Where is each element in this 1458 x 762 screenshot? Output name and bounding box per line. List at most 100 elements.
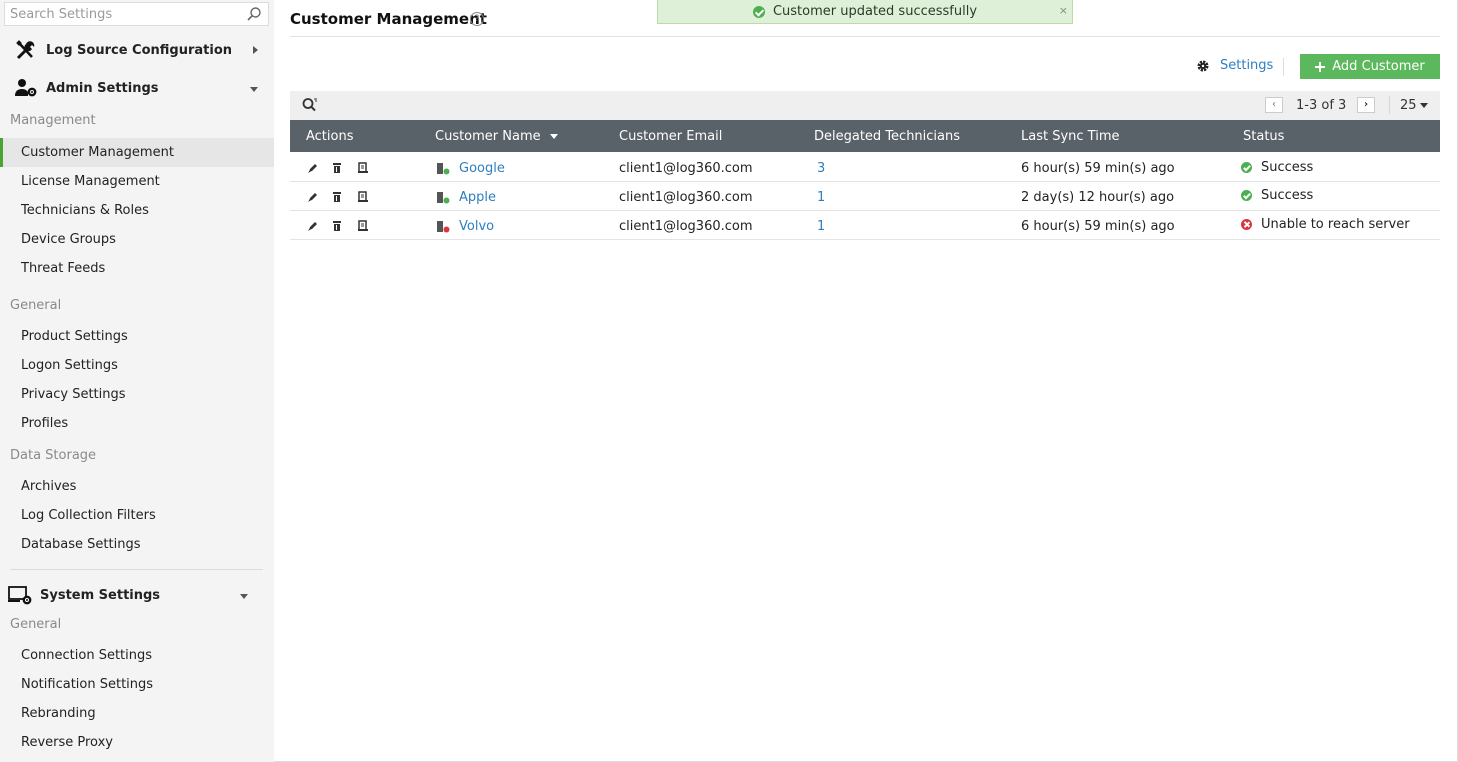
pencil-icon[interactable]	[307, 191, 319, 203]
table-search-icon[interactable]	[302, 97, 318, 113]
settings-sidebar: Log Source Configuration Admin Settings …	[0, 0, 274, 762]
trash-icon[interactable]	[331, 220, 343, 232]
group-label-data-storage: Data Storage	[10, 448, 97, 463]
last-sync-time: 2 day(s) 12 hour(s) ago	[1021, 190, 1175, 205]
sidebar-item-threat-feeds[interactable]: Threat Feeds	[0, 254, 274, 283]
log-source-label: Log Source Configuration	[46, 42, 233, 58]
status-text: Success	[1261, 188, 1314, 203]
customer-name-link[interactable]: Apple	[459, 190, 496, 205]
success-check-icon	[1241, 190, 1252, 201]
toolbar-separator	[1283, 58, 1284, 76]
sidebar-item-notification-settings[interactable]: Notification Settings	[0, 670, 274, 699]
pencil-icon[interactable]	[307, 162, 319, 174]
sidebar-item-rebranding[interactable]: Rebranding	[0, 699, 274, 728]
sidebar-item-database-settings[interactable]: Database Settings	[0, 530, 274, 559]
settings-label: Settings	[1220, 58, 1274, 73]
header-last-sync-time[interactable]: Last Sync Time	[1021, 129, 1120, 144]
sidebar-item-logon-settings[interactable]: Logon Settings	[0, 351, 274, 380]
log-source-configuration-section[interactable]: Log Source Configuration	[0, 32, 274, 68]
group-label-general-2: General	[10, 617, 62, 632]
header-status[interactable]: Status	[1243, 129, 1284, 144]
main-content: Customer Management ? Customer updated s…	[274, 0, 1458, 762]
sidebar-item-device-groups[interactable]: Device Groups	[0, 225, 274, 254]
pencil-icon[interactable]	[307, 220, 319, 232]
header-actions: Actions	[306, 129, 354, 144]
status-text: Unable to reach server	[1261, 217, 1410, 232]
sidebar-item-log-collection-filters[interactable]: Log Collection Filters	[0, 501, 274, 530]
pagination-range: 1-3 of 3	[1296, 98, 1347, 113]
delegated-technicians-link[interactable]: 1	[817, 190, 825, 205]
customer-email: client1@log360.com	[619, 219, 753, 234]
help-icon[interactable]: ?	[470, 12, 484, 26]
sidebar-item-license-management[interactable]: License Management	[0, 167, 274, 196]
sidebar-divider	[10, 569, 263, 570]
group-label-management: Management	[10, 113, 96, 128]
admin-settings-label: Admin Settings	[46, 80, 159, 96]
settings-link[interactable]: Settings	[1196, 58, 1273, 73]
customer-email: client1@log360.com	[619, 161, 753, 176]
sidebar-item-connection-settings[interactable]: Connection Settings	[0, 641, 274, 670]
header-customer-name-label: Customer Name	[435, 129, 541, 144]
search-settings-box	[4, 2, 269, 26]
page-size-dropdown[interactable]: 25	[1400, 98, 1428, 113]
tools-icon	[14, 39, 38, 61]
title-divider	[290, 36, 1440, 37]
user-gear-icon	[14, 77, 38, 99]
add-customer-label: Add Customer	[1332, 59, 1425, 74]
success-check-icon	[1241, 162, 1252, 173]
last-sync-time: 6 hour(s) 59 min(s) ago	[1021, 161, 1175, 176]
table-header: Actions Customer Name Customer Email Del…	[290, 120, 1440, 152]
document-icon[interactable]	[357, 191, 369, 203]
monitor-gear-icon	[8, 584, 32, 606]
server-icon	[437, 221, 450, 233]
chevron-down-icon	[250, 87, 258, 92]
next-page-button[interactable]: ›	[1357, 97, 1375, 113]
system-settings-label: System Settings	[40, 587, 161, 603]
table-toolbar: ‹ 1-3 of 3 › 25	[290, 91, 1440, 120]
search-icon[interactable]	[246, 6, 262, 22]
table-row: Volvo client1@log360.com 1 6 hour(s) 59 …	[290, 211, 1440, 240]
success-toast: Customer updated successfully ×	[657, 0, 1073, 24]
delegated-technicians-link[interactable]: 1	[817, 219, 825, 234]
table-row: Apple client1@log360.com 1 2 day(s) 12 h…	[290, 182, 1440, 211]
customer-email: client1@log360.com	[619, 190, 753, 205]
document-icon[interactable]	[357, 162, 369, 174]
server-icon	[437, 192, 450, 204]
header-customer-email[interactable]: Customer Email	[619, 129, 722, 144]
sidebar-item-reverse-proxy[interactable]: Reverse Proxy	[0, 728, 274, 757]
gear-icon	[1197, 60, 1209, 71]
group-label-general: General	[10, 298, 62, 313]
sidebar-item-profiles[interactable]: Profiles	[0, 409, 274, 438]
search-settings-input[interactable]	[5, 3, 235, 25]
admin-settings-section[interactable]: Admin Settings	[0, 70, 274, 106]
last-sync-time: 6 hour(s) 59 min(s) ago	[1021, 219, 1175, 234]
delegated-technicians-link[interactable]: 3	[817, 161, 825, 176]
toast-message: Customer updated successfully	[772, 4, 978, 19]
pagination-separator	[1389, 96, 1390, 114]
server-icon	[437, 163, 450, 175]
error-x-icon	[1241, 219, 1252, 230]
sidebar-item-product-settings[interactable]: Product Settings	[0, 322, 274, 351]
sidebar-item-customer-management[interactable]: Customer Management	[0, 138, 274, 167]
sort-desc-icon	[549, 134, 558, 139]
status-text: Success	[1261, 160, 1314, 175]
sidebar-item-privacy-settings[interactable]: Privacy Settings	[0, 380, 274, 409]
header-customer-name[interactable]: Customer Name	[435, 129, 558, 144]
header-delegated-technicians[interactable]: Delegated Technicians	[814, 129, 960, 144]
sidebar-item-technicians-roles[interactable]: Technicians & Roles	[0, 196, 274, 225]
close-icon[interactable]: ×	[1059, 4, 1068, 17]
trash-icon[interactable]	[331, 191, 343, 203]
chevron-right-icon	[253, 46, 258, 54]
trash-icon[interactable]	[331, 162, 343, 174]
customer-name-link[interactable]: Volvo	[459, 219, 494, 234]
previous-page-button[interactable]: ‹	[1265, 97, 1283, 113]
sidebar-item-archives[interactable]: Archives	[0, 472, 274, 501]
table-row: Google client1@log360.com 3 6 hour(s) 59…	[290, 153, 1440, 182]
system-settings-section[interactable]: System Settings	[0, 577, 274, 613]
page-title: Customer Management	[290, 10, 487, 28]
document-icon[interactable]	[357, 220, 369, 232]
add-customer-button[interactable]: Add Customer	[1300, 54, 1440, 79]
customer-name-link[interactable]: Google	[459, 161, 505, 176]
page-size-value: 25	[1400, 98, 1417, 113]
check-circle-icon	[752, 5, 765, 18]
